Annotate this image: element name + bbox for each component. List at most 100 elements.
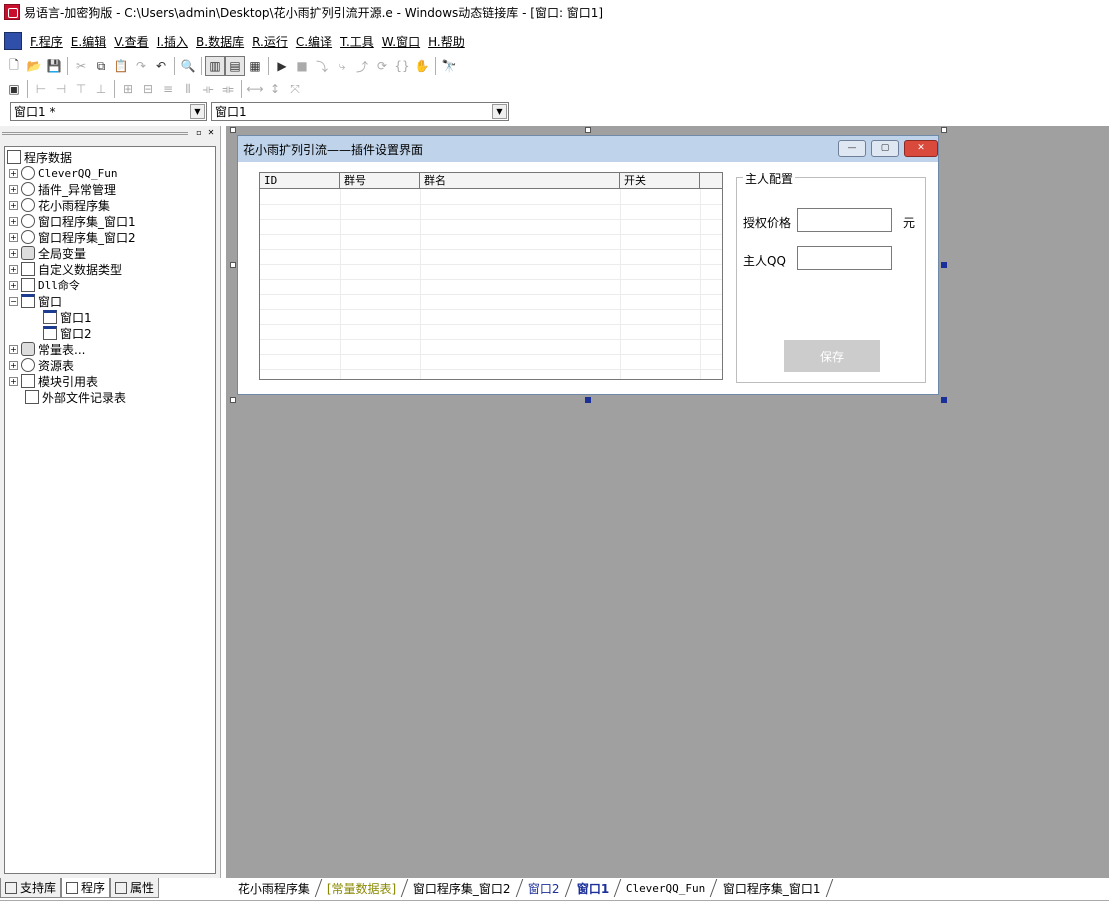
resize-handle[interactable]	[230, 262, 236, 268]
open-folder-icon[interactable]: 📂	[24, 56, 44, 76]
tree-node[interactable]: + 插件_异常管理	[9, 181, 116, 197]
menu-insert[interactable]: I.插入	[153, 33, 192, 50]
minimize-icon[interactable]: —	[838, 140, 866, 157]
menu-compile[interactable]: C.编译	[292, 33, 336, 50]
layout-left-icon[interactable]: ▥	[205, 56, 225, 76]
resize-handle[interactable]	[941, 127, 947, 133]
tree-node[interactable]: + Dll命令	[9, 277, 80, 293]
align-left-icon[interactable]: ⊢	[31, 79, 51, 99]
expand-icon[interactable]: +	[9, 200, 18, 210]
owner-qq-input[interactable]	[797, 246, 892, 270]
resize-handle[interactable]	[585, 397, 591, 403]
tree-node-root[interactable]: 程序数据	[7, 149, 72, 165]
menu-database[interactable]: B.数据库	[192, 33, 248, 50]
tree-node[interactable]: + 花小雨程序集	[9, 197, 110, 213]
tree-node-window1[interactable]: 窗口1	[43, 309, 92, 325]
binoculars-icon[interactable]: 🔭	[439, 56, 459, 76]
expand-icon[interactable]: +	[9, 376, 18, 386]
tree-node[interactable]: + 窗口程序集_窗口2	[9, 229, 136, 245]
run-icon[interactable]: ▶	[272, 56, 292, 76]
tree-node[interactable]: + 资源表	[9, 357, 74, 373]
expand-icon[interactable]: +	[9, 168, 18, 178]
space-v-icon[interactable]: ⟚	[218, 79, 238, 99]
event-selector[interactable]: 窗口1 ▼	[211, 102, 509, 121]
undo-icon[interactable]: ↶	[151, 56, 171, 76]
tab-huaxiaoyu-module[interactable]: 花小雨程序集	[226, 879, 323, 897]
tab-cleverqq-fun[interactable]: CleverQQ_Fun	[614, 879, 718, 897]
expand-icon[interactable]: +	[9, 280, 18, 290]
menu-run[interactable]: R.运行	[248, 33, 292, 50]
tree-node[interactable]: + 模块引用表	[9, 373, 98, 389]
step-out-icon[interactable]: ⤴	[352, 56, 372, 76]
tree-node[interactable]: + 全局变量	[9, 245, 86, 261]
hand-icon[interactable]: ✋	[412, 56, 432, 76]
collapse-icon[interactable]: −	[9, 296, 18, 306]
menu-tools[interactable]: T.工具	[336, 33, 378, 50]
menu-help[interactable]: H.帮助	[424, 33, 469, 50]
center-h-icon[interactable]: ⊞	[118, 79, 138, 99]
column-header-group-name[interactable]: 群名	[420, 173, 620, 189]
document-menu-icon[interactable]	[4, 32, 22, 50]
size-w-icon[interactable]: ⟷	[245, 79, 265, 99]
save-button[interactable]: 保存	[784, 340, 880, 372]
chevron-down-icon[interactable]: ▼	[190, 104, 205, 119]
chevron-down-icon[interactable]: ▼	[492, 104, 507, 119]
expand-icon[interactable]: +	[9, 344, 18, 354]
find-icon[interactable]: 🔍	[178, 56, 198, 76]
tab-properties[interactable]: 属性	[110, 878, 160, 898]
column-header-switch[interactable]: 开关	[620, 173, 700, 189]
close-icon[interactable]: ✕	[904, 140, 938, 157]
tab-window2-module[interactable]: 窗口程序集_窗口2	[402, 879, 524, 897]
align-top-icon[interactable]: ⊤	[71, 79, 91, 99]
align-bottom-icon[interactable]: ⊥	[91, 79, 111, 99]
tree-node[interactable]: + 常量表...	[9, 341, 85, 357]
column-header-group-number[interactable]: 群号	[340, 173, 420, 189]
size-h-icon[interactable]: ↕	[265, 79, 285, 99]
expand-icon[interactable]: +	[9, 184, 18, 194]
space-h-icon[interactable]: ⟛	[198, 79, 218, 99]
price-input[interactable]	[797, 208, 892, 232]
restore-icon[interactable]: ▫	[194, 128, 204, 138]
menu-program[interactable]: F.程序	[26, 33, 67, 50]
paste-icon[interactable]: 📋	[111, 56, 131, 76]
tree-node[interactable]: 外部文件记录表	[25, 389, 126, 405]
expand-icon[interactable]: +	[9, 248, 18, 258]
resize-handle[interactable]	[230, 397, 236, 403]
tree-node[interactable]: + 窗口程序集_窗口1	[9, 213, 136, 229]
tree-node[interactable]: + 自定义数据类型	[9, 261, 122, 277]
maximize-icon[interactable]: ▢	[871, 140, 899, 157]
same-width-icon[interactable]: ≡	[158, 79, 178, 99]
expand-icon[interactable]: +	[9, 216, 18, 226]
step-into-icon[interactable]: ⤷	[332, 56, 352, 76]
tree-node[interactable]: + CleverQQ_Fun	[9, 165, 117, 181]
menu-edit[interactable]: E.编辑	[67, 33, 110, 50]
size-both-icon[interactable]: ⤧	[285, 79, 305, 99]
center-v-icon[interactable]: ⊟	[138, 79, 158, 99]
tab-support-library[interactable]: 支持库	[0, 878, 62, 898]
step-over-icon[interactable]: ⟳	[372, 56, 392, 76]
resize-handle[interactable]	[941, 262, 947, 268]
column-header-id[interactable]: ID	[260, 173, 340, 189]
form-icon[interactable]: ▣	[4, 79, 24, 99]
same-height-icon[interactable]: ⦀	[178, 79, 198, 99]
save-icon[interactable]: 💾	[44, 56, 64, 76]
tree-node[interactable]: − 窗口	[9, 293, 62, 309]
tab-window2[interactable]: 窗口2	[516, 879, 572, 897]
expand-icon[interactable]: +	[9, 264, 18, 274]
expand-icon[interactable]: +	[9, 360, 18, 370]
breakpoint-icon[interactable]: {}	[392, 56, 412, 76]
align-right-icon[interactable]: ⊣	[51, 79, 71, 99]
close-icon[interactable]: ✕	[206, 128, 216, 138]
menu-window[interactable]: W.窗口	[378, 33, 424, 50]
tab-window1-module[interactable]: 窗口程序集_窗口1	[711, 879, 833, 897]
redo-icon[interactable]: ↷	[131, 56, 151, 76]
step-icon[interactable]: ⤵	[312, 56, 332, 76]
new-file-icon[interactable]: 🗋	[4, 56, 24, 76]
cut-icon[interactable]: ✂	[71, 56, 91, 76]
panel-grip[interactable]	[2, 131, 188, 135]
stop-icon[interactable]: ■	[292, 56, 312, 76]
layout-split-icon[interactable]: ▦	[245, 56, 265, 76]
resize-handle[interactable]	[941, 397, 947, 403]
group-list-table[interactable]: ID 群号 群名 开关	[259, 172, 723, 380]
designed-window[interactable]: 花小雨扩列引流——插件设置界面 — ▢ ✕ ID 群号 群名 开关 主人配置 授…	[237, 135, 939, 395]
